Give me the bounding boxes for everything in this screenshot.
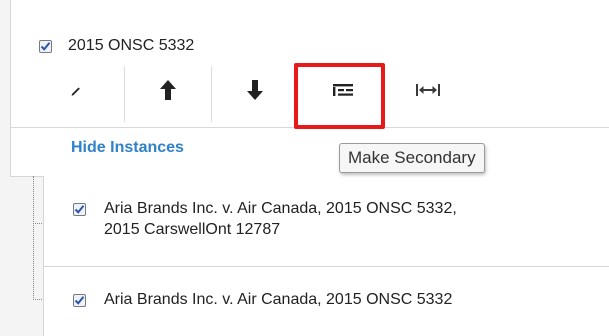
instance-row: Aria Brands Inc. v. Air Canada, 2015 ONS… xyxy=(43,176,609,267)
citation-title: 2015 ONSC 5332 xyxy=(68,37,195,54)
instance-text: Aria Brands Inc. v. Air Canada, 2015 ONS… xyxy=(104,198,457,240)
expand-width-button[interactable] xyxy=(403,68,453,112)
instance-text-line1: Aria Brands Inc. v. Air Canada, 2015 ONS… xyxy=(104,200,457,217)
instance-text-line2: 2015 CarswellOnt 12787 xyxy=(104,221,281,238)
make-secondary-tooltip: Make Secondary xyxy=(339,143,485,173)
highlight-box xyxy=(294,63,385,129)
toolbar-separator xyxy=(211,66,212,122)
toolbar-separator xyxy=(124,66,125,122)
tree-guide-branch xyxy=(33,223,42,224)
citation-checkbox[interactable] xyxy=(39,40,52,53)
instance-text-line1: Aria Brands Inc. v. Air Canada, 2015 ONS… xyxy=(104,291,453,308)
instance-checkbox[interactable] xyxy=(73,203,86,216)
instance-checkbox[interactable] xyxy=(73,294,86,307)
arrow-down-icon xyxy=(247,80,263,100)
edit-button[interactable] xyxy=(51,68,101,112)
instance-row: Aria Brands Inc. v. Air Canada, 2015 ONS… xyxy=(43,267,609,336)
pencil-icon xyxy=(71,87,80,96)
instance-text: Aria Brands Inc. v. Air Canada, 2015 ONS… xyxy=(104,289,452,310)
move-up-button[interactable] xyxy=(143,68,193,112)
hide-instances-link[interactable]: Hide Instances xyxy=(71,139,184,157)
checkmark-icon xyxy=(40,42,51,51)
tree-guide-branch xyxy=(33,299,42,300)
move-down-button[interactable] xyxy=(230,68,280,112)
tree-guide-line xyxy=(33,176,34,300)
checkmark-icon xyxy=(74,296,85,305)
expand-horizontal-icon xyxy=(416,84,440,96)
checkmark-icon xyxy=(74,205,85,214)
arrow-up-icon xyxy=(160,80,176,100)
